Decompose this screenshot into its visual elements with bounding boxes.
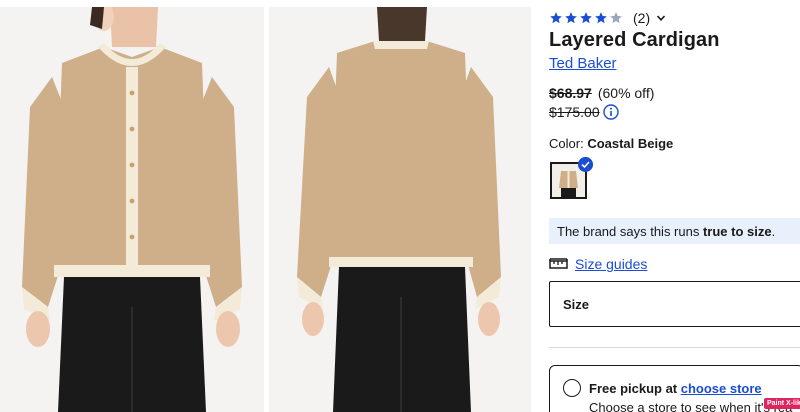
original-price-row: $175.00 [549, 103, 619, 121]
product-title: Layered Cardigan [549, 29, 720, 51]
star-icon [595, 12, 607, 24]
pickup-detail: Choose a store to see when it's rea [589, 400, 793, 412]
product-image-front[interactable] [0, 7, 264, 412]
chevron-down-icon [657, 15, 666, 21]
size-guides-link[interactable]: Size guides [575, 256, 647, 272]
free-pickup-label: Free pickup at [589, 381, 681, 396]
pickup-radio[interactable] [563, 379, 581, 397]
color-selection: Color: Coastal Beige [549, 136, 673, 151]
divider [549, 347, 800, 348]
product-gallery [0, 0, 540, 412]
color-label: Color: [549, 136, 584, 151]
ruler-icon [549, 258, 568, 269]
brand-link[interactable]: Ted Baker [549, 55, 617, 72]
info-icon[interactable] [602, 104, 619, 120]
cardigan-back-illustration [269, 7, 531, 412]
star-icon [550, 12, 562, 24]
discount-label: (60% off) [597, 85, 655, 101]
choose-store-link[interactable]: choose store [681, 381, 762, 396]
rating-count: (2) [633, 10, 651, 26]
pickup-heading: Free pickup at choose store [589, 381, 762, 396]
original-price: $175.00 [549, 104, 600, 120]
price-row: $68.97 (60% off) [549, 85, 654, 101]
rating-stars [549, 11, 623, 25]
size-selector[interactable]: Size [549, 281, 800, 327]
fit-note: The brand says this runs true to size. [549, 218, 800, 244]
star-icon [610, 12, 622, 24]
extension-badge[interactable]: Paint X-like [764, 398, 800, 409]
fit-note-emphasis: true to size [702, 224, 772, 239]
pickup-option[interactable]: Free pickup at choose store Choose a sto… [549, 365, 800, 412]
check-icon [578, 157, 593, 172]
star-icon [565, 12, 577, 24]
star-icon [580, 12, 592, 24]
fit-note-prefix: The brand says this runs [557, 224, 703, 239]
size-guides[interactable]: Size guides [549, 254, 647, 274]
rating-summary[interactable]: (2) [549, 9, 666, 27]
size-label: Size [563, 297, 590, 312]
sale-price: $68.97 [549, 85, 592, 101]
fit-note-suffix: . [771, 224, 776, 239]
cardigan-front-illustration [0, 7, 264, 412]
product-info-panel: (2) Layered Cardigan Ted Baker $68.97 (60… [549, 0, 800, 412]
product-image-back[interactable] [269, 7, 531, 412]
color-value: Coastal Beige [587, 136, 674, 151]
